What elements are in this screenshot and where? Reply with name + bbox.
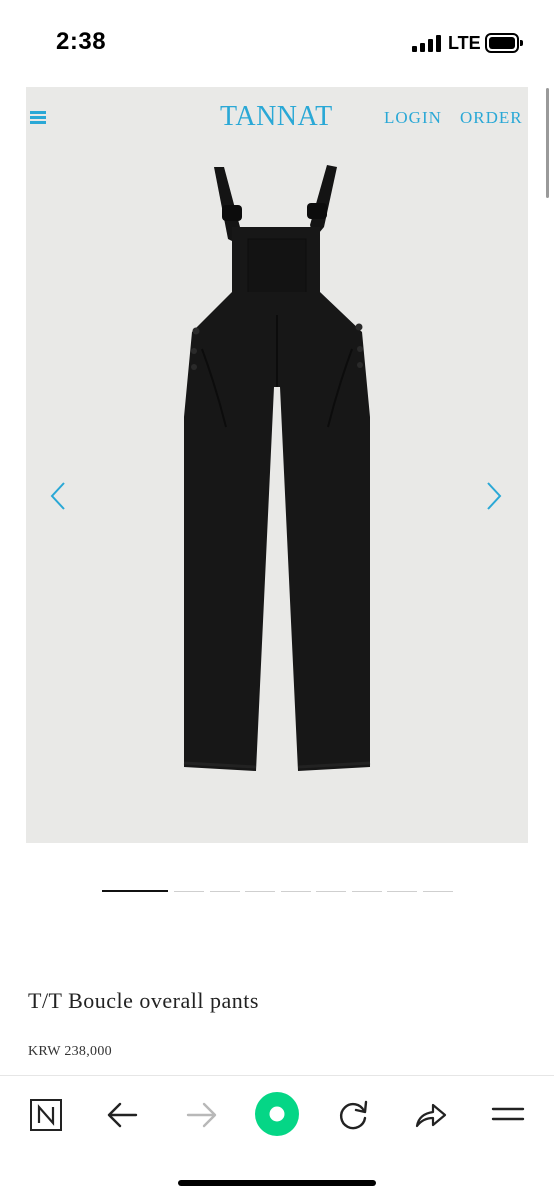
slide-indicator[interactable] (245, 891, 275, 892)
brand-logo[interactable]: TANNAT (220, 101, 333, 133)
site-header: TANNAT LOGIN ORDER (26, 87, 528, 151)
menu-icon[interactable] (30, 111, 46, 125)
signal-icon (412, 34, 442, 52)
slide-indicator[interactable] (281, 891, 311, 892)
slide-indicator[interactable] (352, 891, 382, 892)
reload-icon[interactable] (330, 1092, 376, 1138)
hamburger-icon[interactable] (485, 1092, 531, 1138)
status-bar: 2:38 LTE (0, 0, 554, 80)
chevron-left-icon[interactable] (46, 480, 70, 512)
forward-arrow-icon[interactable] (178, 1092, 224, 1138)
slide-indicator[interactable] (423, 891, 453, 892)
slide-indicator[interactable] (210, 891, 240, 892)
network-type: LTE (448, 33, 481, 53)
order-link[interactable]: ORDER (460, 108, 523, 128)
back-arrow-icon[interactable] (100, 1092, 146, 1138)
home-indicator[interactable] (178, 1180, 376, 1186)
product-gallery[interactable]: TANNAT LOGIN ORDER (26, 87, 528, 843)
login-link[interactable]: LOGIN (384, 108, 442, 128)
slide-indicator[interactable] (316, 891, 346, 892)
naver-n-icon[interactable] (23, 1092, 69, 1138)
page-scrollbar[interactable] (546, 88, 549, 198)
slide-indicators (102, 890, 454, 894)
share-icon[interactable] (407, 1092, 453, 1138)
green-dot-icon[interactable] (254, 1091, 300, 1137)
product-price: KRW 238,000 (28, 1044, 112, 1059)
status-time: 2:38 (56, 28, 107, 55)
battery-icon (485, 33, 523, 53)
product-title: T/T Boucle overall pants (28, 988, 259, 1013)
chevron-right-icon[interactable] (482, 480, 506, 512)
slide-indicator[interactable] (102, 890, 168, 892)
product-image (26, 87, 528, 843)
slide-indicator[interactable] (387, 891, 417, 892)
slide-indicator[interactable] (174, 891, 204, 892)
